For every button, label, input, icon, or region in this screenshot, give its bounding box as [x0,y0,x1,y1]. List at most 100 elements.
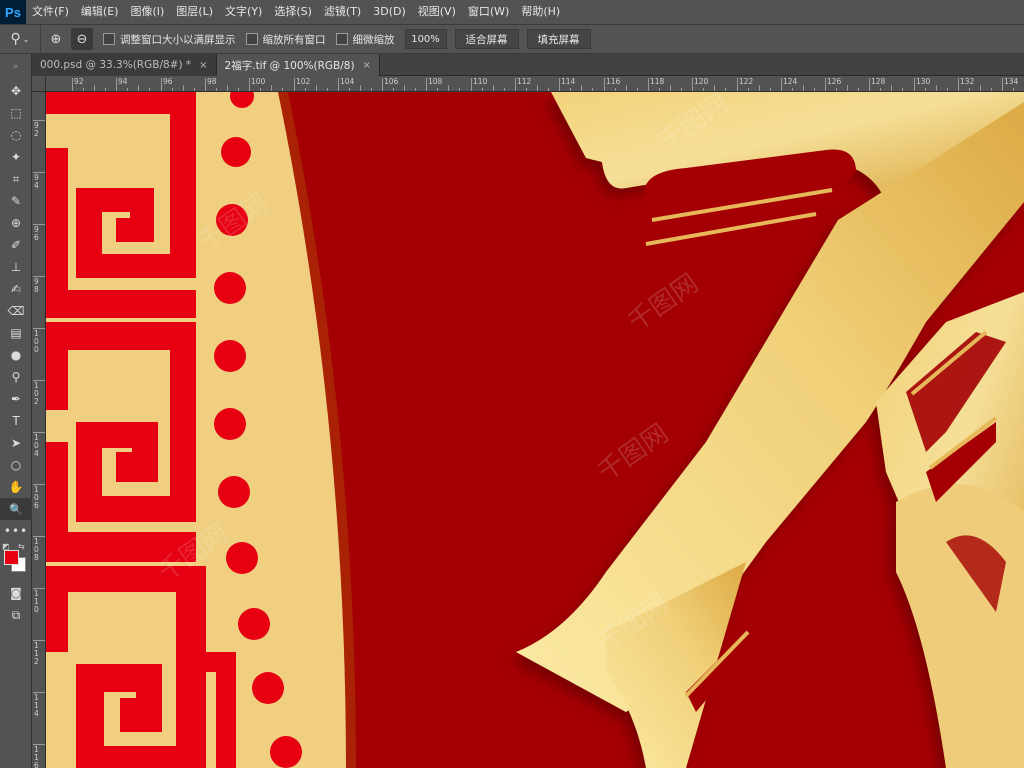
resize-windows-checkbox[interactable]: 调整窗口大小以满屏显示 [103,32,236,47]
ruler-tick-label: 114 [34,693,39,718]
ruler-tick [825,78,826,91]
ruler-minor-tick [493,85,494,91]
ruler-tick-label: 110 [34,589,39,614]
ruler-minor-tick [792,88,793,91]
ruler-minor-tick [404,85,405,91]
zoom-all-windows-checkbox[interactable]: 缩放所有窗口 [245,32,326,47]
ruler-minor-tick [748,88,749,91]
fit-screen-button[interactable]: 适合屏幕 [454,29,519,49]
ruler-tick-label: 108 [34,537,39,562]
pen-icon[interactable]: ✒ [0,388,32,410]
ruler-tick [471,78,472,91]
eraser-icon[interactable]: ⌫ [0,300,32,322]
swap-colors-icon[interactable]: ⇆ [18,542,25,551]
ruler-tick [781,78,782,91]
ruler-minor-tick [925,88,926,91]
ruler-tick-label: 106 [34,485,39,510]
ruler-minor-tick [703,88,704,91]
ruler-minor-tick [891,85,892,91]
ruler-minor-tick [969,88,970,91]
history-brush-icon[interactable]: ✍ [0,278,32,300]
ruler-minor-tick [814,88,815,91]
lasso-icon[interactable]: ◌ [0,124,32,146]
checkbox-label: 缩放所有窗口 [262,33,326,46]
ruler-minor-tick [659,88,660,91]
tool-preset-picker[interactable]: ⚲ ⌄ [0,24,41,54]
type-icon[interactable]: T [0,410,32,432]
zoom-out-button[interactable]: ⊖ [71,28,93,50]
hand-icon[interactable]: ✋ [0,476,32,498]
ruler-tick [692,78,693,91]
tab-000-psd[interactable]: 000.psd @ 33.3%(RGB/8#) * × [32,54,217,76]
ruler-minor-tick [581,85,582,91]
menu-item-1[interactable]: 编辑(E) [75,0,125,24]
ruler-minor-tick [305,88,306,91]
horizontal-ruler[interactable]: 92 94 96 98 100 102 104 106 108 110 112 114 116 118 12… [46,76,1024,92]
ruler-minor-tick [183,85,184,91]
gradient-icon[interactable]: ▤ [0,322,32,344]
ruler-tick-label: 94 [34,173,39,190]
menu-item-8[interactable]: 视图(V) [412,0,462,24]
ruler-minor-tick [847,85,848,91]
tab-fu-tif[interactable]: 2福字.tif @ 100%(RGB/8) × [216,54,380,76]
menu-item-5[interactable]: 选择(S) [268,0,318,24]
zoom-value-field[interactable]: 100% [404,29,447,49]
magic-wand-icon[interactable]: ✦ [0,146,32,168]
ruler-tick [515,78,516,91]
foreground-color-swatch[interactable] [4,550,19,565]
shape-icon[interactable]: ○ [0,454,32,476]
ruler-minor-tick [393,88,394,91]
marquee-icon[interactable]: ⬚ [0,102,32,124]
ruler-tick-label: 134 [1004,77,1019,86]
dodge-icon[interactable]: ⚲ [0,366,32,388]
vertical-ruler[interactable]: 92 94 96 98 100 102 104 106 108 110 112 114 116 [32,92,46,768]
scrubby-zoom-checkbox[interactable]: 细微缩放 [335,32,395,47]
quick-mask-icon[interactable]: ◙ [0,582,32,604]
ruler-tick-label: 98 [207,77,217,86]
stamp-icon[interactable]: ⊥ [0,256,32,278]
fill-screen-button[interactable]: 填充屏幕 [526,29,591,49]
checkbox-label: 调整窗口大小以满屏显示 [120,33,236,46]
zoom-in-button[interactable]: ⊕ [45,28,67,50]
ruler-tick [426,78,427,91]
ruler-tick [205,78,206,91]
menu-item-0[interactable]: 文件(F) [26,0,75,24]
ruler-tick-label: 116 [34,745,39,768]
ruler-minor-tick [980,85,981,91]
eyedropper-icon[interactable]: ✎ [0,190,32,212]
ruler-tick-label: 102 [296,77,311,86]
menu-item-9[interactable]: 窗口(W) [462,0,515,24]
ruler-tick [1002,78,1003,91]
zoom-in-icon: ⊕ [50,31,62,47]
zoom-icon[interactable]: 🔍 [0,498,32,520]
ruler-minor-tick [770,88,771,91]
screen-mode-icon[interactable]: ⧉ [0,604,32,626]
ruler-tick-label: 128 [871,77,886,86]
more-tools-icon[interactable]: ••• [0,520,32,542]
document-canvas[interactable]: 千图网 千图网 千图网 千图网 千图网 千图网 [46,92,1024,768]
crop-icon[interactable]: ⌗ [0,168,32,190]
menu-item-6[interactable]: 滤镜(T) [318,0,367,24]
ruler-minor-tick [260,88,261,91]
ruler-tick-label: 100 [251,77,266,86]
ruler-minor-tick [637,88,638,91]
ruler-minor-tick [482,88,483,91]
menu-item-4[interactable]: 文字(Y) [219,0,268,24]
path-select-icon[interactable]: ➤ [0,432,32,454]
ruler-minor-tick [670,85,671,91]
photoshop-logo-icon[interactable]: Ps [0,0,26,24]
close-icon[interactable]: × [199,60,207,71]
move-icon[interactable]: ✥ [0,80,32,102]
healing-icon[interactable]: ⊕ [0,212,32,234]
brush-icon[interactable]: ✐ [0,234,32,256]
ruler-tick [294,78,295,91]
ruler-minor-tick [902,88,903,91]
ruler-origin[interactable] [32,76,46,92]
close-icon[interactable]: × [363,60,371,71]
toolbar-collapse-grip[interactable]: » [0,54,31,80]
menu-item-7[interactable]: 3D(D) [367,0,412,24]
menu-item-3[interactable]: 图层(L) [170,0,219,24]
menu-item-10[interactable]: 帮助(H) [515,0,566,24]
menu-item-2[interactable]: 图像(I) [124,0,170,24]
blur-icon[interactable]: ● [0,344,32,366]
